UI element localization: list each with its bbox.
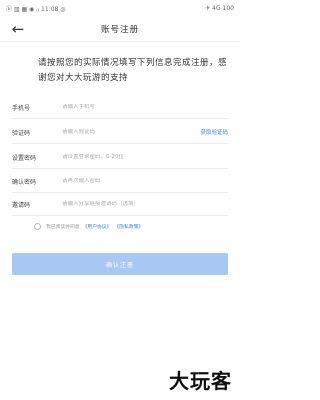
- get-code-button[interactable]: 获取验证码: [200, 128, 228, 136]
- code-label: 验证码: [12, 129, 31, 137]
- intro-text: 请按照您的实际情况填写下列信息完成注册，感谢您对大大玩游的支持: [38, 58, 228, 83]
- agreement-checkbox[interactable]: [34, 222, 41, 230]
- status-left: ⓑ ▥ ▦ ◉ ₍₍ 11:08 ◎: [6, 4, 66, 13]
- phone-row: 手机号: [12, 96, 228, 119]
- header: ← 账号注册: [0, 17, 240, 42]
- agreement-text: 我已阅读并同意: [46, 224, 80, 230]
- password-label: 设置密码: [12, 154, 37, 162]
- arrow-left-icon: ←: [11, 20, 25, 38]
- invite-code-row: 邀请码: [12, 193, 228, 216]
- agreement-row: 我已阅读并同意 《用户协议》 《隐私政策》: [34, 221, 234, 231]
- invite-code-label: 邀请码: [12, 201, 31, 209]
- back-button[interactable]: ←: [8, 19, 28, 39]
- confirm-password-row: 确认密码: [12, 170, 228, 193]
- watermark-logo: 大玩客: [169, 369, 232, 393]
- phone-input[interactable]: [62, 104, 228, 110]
- status-left-text: ⓑ ▥ ▦ ◉ ₍₍ 11:08 ◎: [6, 6, 66, 13]
- page-title: 账号注册: [100, 25, 139, 35]
- code-row: 验证码 获取验证码: [12, 121, 228, 144]
- user-agreement-link[interactable]: 《用户协议》: [83, 223, 112, 230]
- password-row: 设置密码: [12, 146, 228, 169]
- invite-code-input[interactable]: [62, 201, 228, 207]
- code-input[interactable]: [62, 129, 201, 135]
- confirm-password-input[interactable]: [62, 178, 228, 184]
- phone-label: 手机号: [12, 104, 31, 112]
- confirm-password-label: 确认密码: [12, 178, 37, 186]
- privacy-policy-link[interactable]: 《隐私政策》: [114, 223, 143, 230]
- password-input[interactable]: [62, 154, 228, 160]
- status-bar: ⓑ ▥ ▦ ◉ ₍₍ 11:08 ◎ ✈ 4G 100: [0, 0, 240, 17]
- status-right-text: ✈ 4G 100: [205, 5, 234, 12]
- submit-button[interactable]: 确认注册: [12, 253, 228, 275]
- status-right: ✈ 4G 100: [205, 5, 234, 12]
